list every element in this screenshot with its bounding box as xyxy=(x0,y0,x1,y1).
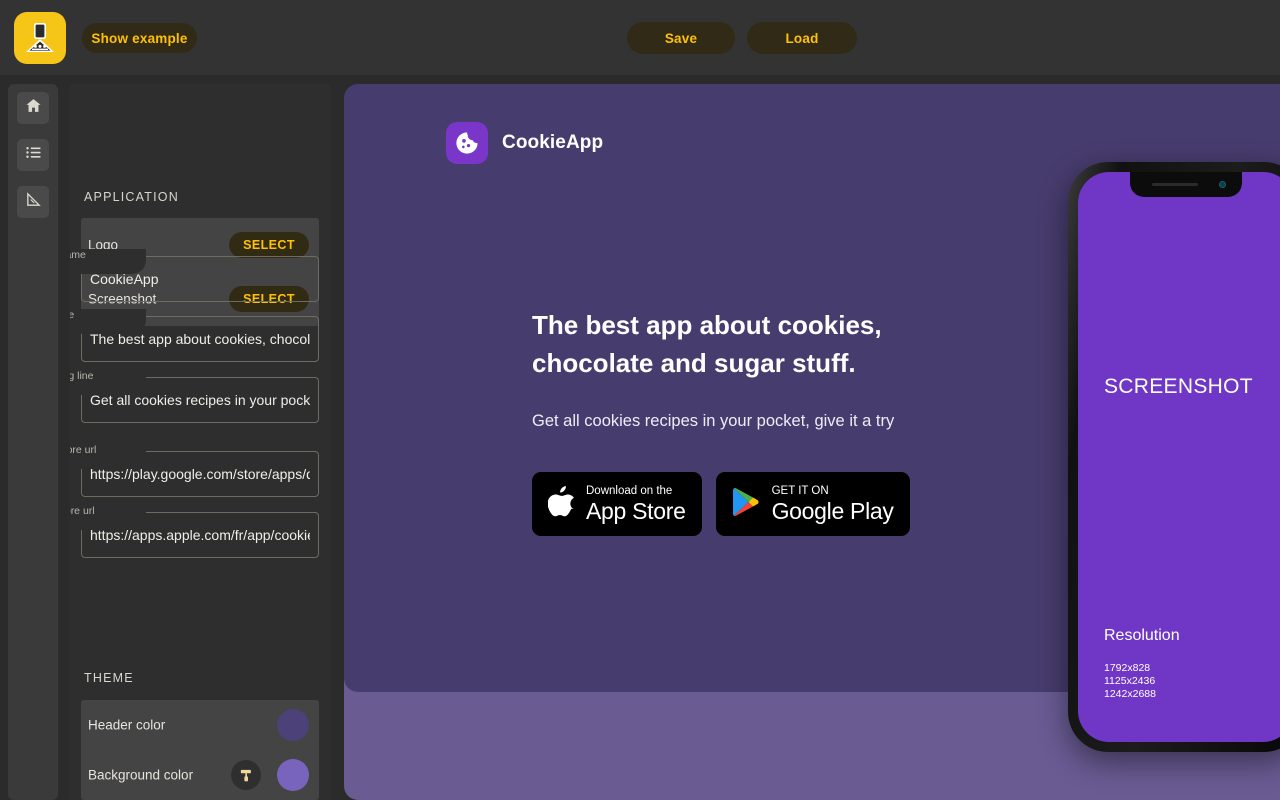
resolution-list: 1792x828 1125x2436 1242x2688 xyxy=(1104,662,1156,701)
app-name-input[interactable]: CookieApp xyxy=(90,271,310,287)
rail-item-design[interactable] xyxy=(17,186,49,218)
background-color-label: Background color xyxy=(88,767,194,783)
show-example-button[interactable]: Show example xyxy=(82,23,197,53)
apple-icon xyxy=(547,486,575,522)
tag-line-field[interactable]: Tag line The best app about cookies, cho… xyxy=(70,309,319,362)
paint-roller-icon[interactable] xyxy=(231,760,261,790)
logo-select-button[interactable]: SELECT xyxy=(229,232,309,258)
background-color-swatch[interactable] xyxy=(277,759,309,791)
save-button[interactable]: Save xyxy=(627,22,735,54)
resolution-item: 1242x2688 xyxy=(1104,688,1156,700)
google-play-badge-big: Google Play xyxy=(771,497,894,524)
phone-mockup: SCREENSHOT Resolution 1792x828 1125x2436 1… xyxy=(1068,162,1280,752)
landing-page-preview: CookieApp The best app about cookies, ch… xyxy=(344,84,1280,800)
screenshot-placeholder-label: SCREENSHOT xyxy=(1104,375,1253,398)
google-play-icon xyxy=(732,487,760,522)
playstore-url-input[interactable]: https://play.google.com/store/apps/detai… xyxy=(90,466,310,482)
background-color-row: Background color xyxy=(81,750,319,800)
header-color-label: Header color xyxy=(88,717,166,733)
preview-hero-title: The best app about cookies, chocolate an… xyxy=(532,306,952,382)
appstore-url-field[interactable]: Appstore url https://apps.apple.com/fr/a… xyxy=(70,505,319,558)
resolution-item: 1792x828 xyxy=(1104,662,1151,674)
google-play-badge[interactable]: GET IT ON Google Play xyxy=(715,472,910,536)
load-button[interactable]: Load xyxy=(747,22,857,54)
rail-item-list[interactable] xyxy=(17,139,49,171)
resolution-item: 1125x2436 xyxy=(1104,675,1156,687)
appstore-url-input[interactable]: https://apps.apple.com/fr/app/cookieapp/… xyxy=(90,527,310,543)
playstore-url-field[interactable]: Playstore url https://play.google.com/st… xyxy=(70,444,319,497)
phone-screen: SCREENSHOT Resolution 1792x828 1125x2436 1… xyxy=(1078,172,1280,742)
preview-brand: CookieApp xyxy=(446,122,603,164)
app-name-field[interactable]: App name CookieApp xyxy=(70,249,319,302)
sub-tag-line-field[interactable]: Sub tag line Get all cookies recipes in … xyxy=(70,370,319,423)
app-store-badge[interactable]: Download on the App Store xyxy=(532,472,702,536)
list-icon xyxy=(25,144,42,166)
phone-on-stand-logo-icon[interactable] xyxy=(14,12,66,64)
hero-title-line-2: chocolate and sugar stuff. xyxy=(532,348,856,378)
icon-rail xyxy=(8,84,58,800)
header-color-row: Header color xyxy=(81,700,319,750)
theme-section-title: THEME xyxy=(84,671,134,685)
preview-hero-subtitle: Get all cookies recipes in your pocket, … xyxy=(532,412,895,430)
phone-notch xyxy=(1130,172,1242,197)
store-badges: Download on the App Store GET IT ON Goog… xyxy=(532,472,910,536)
tag-line-input[interactable]: The best app about cookies, chocolate an… xyxy=(90,331,310,347)
header-color-swatch[interactable] xyxy=(277,709,309,741)
app-store-badge-small: Download on the xyxy=(586,484,673,497)
ruler-triangle-icon xyxy=(25,191,42,213)
settings-panel: APPLICATION Logo SELECT Screenshot SELEC… xyxy=(70,84,330,800)
rail-item-home[interactable] xyxy=(17,92,49,124)
sub-tag-line-input[interactable]: Get all cookies recipes in your pocket, … xyxy=(90,392,310,408)
hero-title-line-1: The best app about cookies, xyxy=(532,310,882,340)
phone-speaker-icon xyxy=(1152,183,1198,186)
resolution-title: Resolution xyxy=(1104,627,1180,644)
top-bar: Show example Save Load xyxy=(0,0,1280,76)
cookie-icon xyxy=(446,122,488,164)
preview-brand-name: CookieApp xyxy=(502,132,604,153)
phone-camera-icon xyxy=(1219,181,1226,188)
home-icon xyxy=(25,97,42,119)
theme-colors-card: Header color Background color xyxy=(81,700,319,800)
application-section-title: APPLICATION xyxy=(84,190,179,204)
app-store-badge-big: App Store xyxy=(586,497,686,524)
google-play-badge-small: GET IT ON xyxy=(771,484,829,497)
